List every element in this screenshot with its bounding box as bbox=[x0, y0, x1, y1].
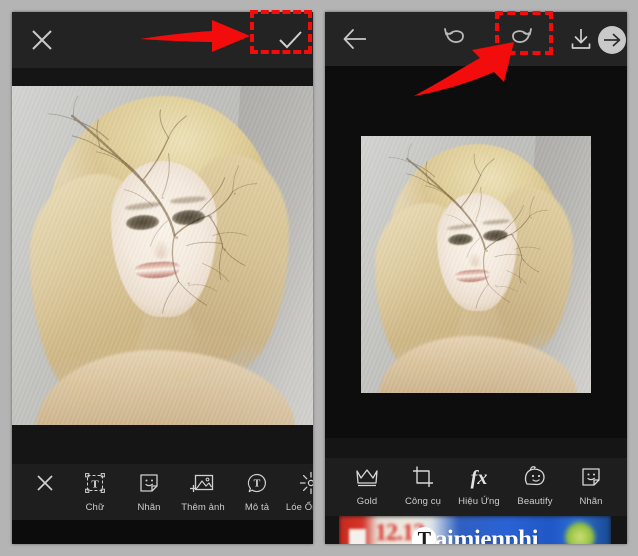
fx-icon: fx bbox=[464, 463, 494, 491]
red-dashed-box-download bbox=[495, 11, 553, 55]
right-phone-panel: Gold Công cụ fx Hiệu Ứng Beautify Nhãn 1… bbox=[325, 12, 627, 544]
ad-banner[interactable]: 12.12 T aimienphi .vn bbox=[339, 516, 611, 544]
arrow-right-circle-icon[interactable] bbox=[597, 25, 627, 55]
sticker-icon bbox=[579, 463, 603, 491]
watermark: T aimienphi .vn bbox=[411, 525, 539, 544]
arrow-left-icon[interactable] bbox=[341, 24, 371, 54]
left-tool-strip: T Chữ Nhãn Thêm ảnh T Mô tả Lóe Ố bbox=[12, 464, 313, 520]
undo-icon[interactable] bbox=[441, 25, 469, 53]
tool-label: Gold bbox=[356, 496, 378, 507]
screenshot-stage: T Chữ Nhãn Thêm ảnh T Mô tả Lóe Ố Gold C… bbox=[0, 0, 638, 556]
tool-label: Nhãn bbox=[137, 502, 161, 513]
svg-text:T: T bbox=[91, 479, 99, 491]
tool-gold[interactable]: Gold bbox=[339, 458, 395, 507]
left-phone-panel: T Chữ Nhãn Thêm ảnh T Mô tả Lóe Ố bbox=[12, 12, 313, 544]
svg-text:T: T bbox=[254, 479, 261, 490]
tool-label: Thêm ảnh bbox=[181, 502, 225, 513]
download-button[interactable] bbox=[566, 24, 596, 54]
callout-text-icon: T bbox=[245, 469, 269, 497]
tool-lens-flare[interactable]: Lóe Ống kí. bbox=[284, 464, 313, 513]
tool-crop[interactable]: Công cụ bbox=[395, 458, 451, 507]
tool-cancel[interactable] bbox=[22, 464, 68, 502]
left-bottom-filler bbox=[12, 520, 313, 544]
left-photo-stage bbox=[12, 86, 313, 425]
face-beautify-icon bbox=[522, 463, 548, 491]
close-x-icon[interactable] bbox=[26, 24, 58, 56]
lens-flare-icon bbox=[299, 469, 313, 497]
tool-label: Beautify bbox=[517, 496, 553, 507]
tool-beautify[interactable]: Beautify bbox=[507, 458, 563, 507]
tool-caption[interactable]: T Mô tả bbox=[230, 464, 284, 513]
watermark-text: aimienphi bbox=[434, 525, 539, 544]
tool-label: Mô tả bbox=[244, 502, 270, 513]
tool-effects[interactable]: fx Hiệu Ứng bbox=[451, 458, 507, 507]
tool-label: Lóe Ống kí. bbox=[285, 502, 313, 513]
tree-branches-overlay bbox=[361, 136, 591, 393]
right-photo-stage bbox=[325, 66, 627, 438]
add-photo-icon bbox=[190, 469, 216, 497]
tool-label: Hiệu Ứng bbox=[458, 496, 500, 507]
tool-label: Nhãn bbox=[579, 496, 603, 507]
crop-icon bbox=[411, 463, 435, 491]
watermark-badge: T bbox=[411, 526, 437, 544]
close-x-icon bbox=[34, 469, 56, 497]
tool-label: Chữ bbox=[85, 502, 105, 513]
crown-icon bbox=[354, 463, 380, 491]
tool-sticker[interactable]: Nhãn bbox=[563, 458, 619, 507]
right-topbar bbox=[325, 12, 627, 66]
tool-cutout[interactable]: Cắt b bbox=[619, 458, 627, 507]
text-box-icon: T bbox=[83, 469, 107, 497]
svg-text:fx: fx bbox=[471, 467, 488, 489]
tool-text[interactable]: T Chữ bbox=[68, 464, 122, 513]
tool-sticker[interactable]: Nhãn bbox=[122, 464, 176, 513]
right-edited-photo[interactable] bbox=[361, 136, 591, 393]
tool-add-photo[interactable]: Thêm ảnh bbox=[176, 464, 230, 513]
tree-branches-overlay bbox=[12, 86, 313, 425]
tool-label: Công cụ bbox=[404, 496, 442, 507]
red-dashed-box-apply bbox=[250, 10, 312, 54]
portrait-artwork bbox=[361, 136, 591, 393]
ad-banner-circle bbox=[565, 522, 595, 544]
left-edited-photo[interactable] bbox=[12, 86, 313, 425]
ad-banner-shape bbox=[349, 529, 366, 544]
portrait-artwork bbox=[12, 86, 313, 425]
right-tool-strip: Gold Công cụ fx Hiệu Ứng Beautify Nhãn bbox=[325, 458, 627, 516]
sticker-icon bbox=[137, 469, 161, 497]
